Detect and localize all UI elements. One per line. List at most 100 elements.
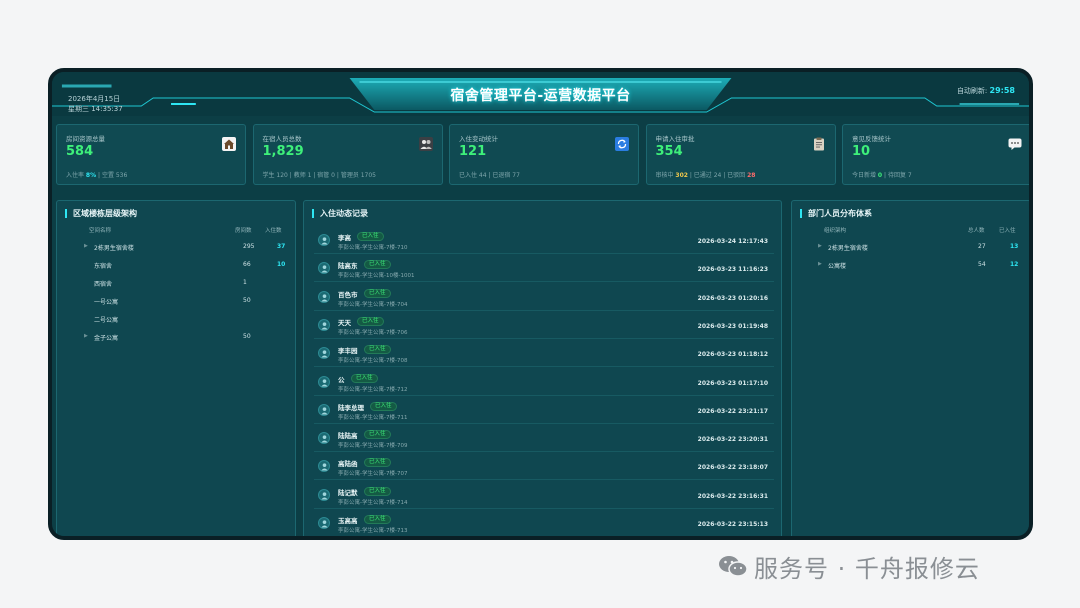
breakdown-segment: 学生 120 | 教师 1 | 宿管 0 | 管理员 1705 — [262, 172, 377, 179]
expand-arrow-icon[interactable]: ▶ — [818, 243, 822, 249]
col-total-count: 总人数 — [968, 228, 985, 234]
stat-card-room-resources[interactable]: 房间资源总量 584 入住率 8% | 空置 536 — [56, 124, 246, 185]
record-timestamp: 2026-03-23 11:16:23 — [697, 266, 768, 274]
room-location: 李彭公寓-学生公寓-7楼-713 — [338, 528, 408, 534]
room-location: 李彭公寓-学生公寓-7楼-714 — [338, 499, 408, 506]
building-name: 东宿舍 — [94, 263, 113, 270]
record-timestamp: 2026-03-23 01:20:16 — [697, 294, 768, 302]
building-hierarchy-panel: 区域楼栋层级架构 空间名称 房间数 入住数 ▶ 2栋男生宿舍楼 295 37 东宿舍 66… — [56, 200, 296, 536]
checkin-record[interactable]: 李丰园 已入住李彭公寓-学生公寓-7楼-708 2026-03-23 01:18:1… — [314, 340, 774, 368]
stat-card-breakdown: 审核中 302 | 已通过 24 | 已驳回 28 — [656, 170, 756, 179]
department-occupied-count: 12 — [1010, 261, 1019, 268]
stat-card-breakdown: 已入住 44 | 已退宿 77 — [459, 170, 520, 179]
department-occupied-count: 13 — [1010, 243, 1019, 250]
expand-arrow-icon[interactable]: ▶ — [818, 261, 822, 267]
checkin-record[interactable]: 陆高东 已入住 李彭公寓-学生公寓-10楼-1001 2026-03-23 11:16… — [314, 255, 774, 283]
checkin-record[interactable]: 陆陆高 已入住 李彭公寓-学生公寓-7楼-709 2026-03-22 23:20:3… — [314, 425, 774, 453]
stat-card-label: 在宿人员总数 — [262, 135, 302, 143]
record-timestamp: 2026-03-22 23:16:31 — [697, 492, 768, 500]
user-avatar-icon — [318, 375, 330, 388]
checkin-records-panel: 入住动态记录 李高 已入住 李彭公寓-学生公寓-7楼-710 2026-03-24 1… — [303, 200, 782, 536]
stat-card-breakdown: 今日新增 0 | 待回复 7 — [852, 170, 912, 179]
record-timestamp: 2026-03-23 01:19:48 — [697, 322, 768, 330]
building-room-count: 50 — [243, 297, 251, 304]
stat-card-checkin-applications[interactable]: 申请入住审批 354 审核中 302 | 已通过 24 | 已驳回 28 — [645, 124, 836, 185]
building-room-count: 50 — [243, 333, 251, 340]
resident-name: 李丰园 — [338, 347, 358, 356]
auto-refresh[interactable]: 自动刷新: 29:58 — [957, 86, 1015, 96]
stat-card-value: 584 — [66, 144, 94, 159]
department-distribution-panel: 部门人员分布体系 组织架构 总人数 已入住 ▶ 2栋男生宿舍楼 27 13 ▶ 公寓楼 54… — [791, 200, 1029, 536]
checkin-record[interactable]: 玉高高 已入住 李彭公寓-学生公寓-7楼-713 2026-03-22 23:15:1… — [314, 510, 774, 536]
building-name: 西宿舍 — [94, 281, 113, 288]
status-badge: 已入住 — [370, 401, 397, 411]
building-row[interactable]: 二号公寓 — [57, 315, 295, 333]
checkin-record[interactable]: 天天 已入住 李彭公寓-学生公寓-7楼-706 2026-03-23 01:19:48 — [314, 312, 774, 339]
building-panel-title: 区域楼栋层级架构 — [65, 209, 137, 218]
building-row[interactable]: ▶ 金子公寓 50 — [57, 333, 295, 351]
checkin-record[interactable]: 李高 已入住李彭公寓-学生公寓-7楼-710 2026-03-24 12:17:43 — [314, 227, 774, 254]
wechat-icon — [719, 556, 748, 577]
page-title: 宿舍管理平台-运营数据平台 — [450, 88, 631, 104]
expand-arrow-icon[interactable]: ▶ — [84, 243, 88, 249]
stat-card-value: 10 — [852, 144, 871, 159]
building-room-count: 66 — [243, 261, 251, 268]
record-timestamp: 2026-03-24 12:17:43 — [697, 238, 768, 245]
checkin-record[interactable]: 公已入住 李彭公寓-学生公寓-7楼-712 2026-03-23 01:17:10 — [314, 369, 774, 396]
user-avatar-icon — [318, 318, 330, 331]
user-avatar-icon — [318, 290, 330, 303]
col-occupied-count: 入住数 — [265, 228, 282, 234]
record-timestamp: 2026-03-22 23:20:31 — [697, 436, 768, 444]
status-badge: 已入住 — [351, 373, 378, 383]
stat-card-feedback-stats[interactable]: 意见反馈统计 10 今日新增 0 | 待回复 7 — [842, 124, 1029, 185]
breakdown-segment: | 待回复 7 — [882, 172, 912, 179]
checkin-record[interactable]: 陆李总理 已入住 李彭公寓-学生公寓-7楼-711 2026-03-22 23:21:… — [314, 397, 774, 424]
resident-name: 陆李总理 — [338, 403, 364, 412]
status-badge: 已入住 — [357, 232, 384, 241]
record-timestamp: 2026-03-22 23:18:07 — [697, 464, 768, 472]
resident-name: 陆陆高 — [338, 432, 358, 441]
room-location: 李彭公寓-学生公寓-7楼-708 — [338, 358, 408, 365]
expand-arrow-icon[interactable]: ▶ — [84, 333, 88, 339]
user-avatar-icon — [318, 488, 330, 501]
breakdown-segment: | 已通过 24 | 已驳回 — [687, 172, 748, 179]
breakdown-segment: 审核中 — [655, 172, 676, 179]
resident-name: 高陆函 — [338, 460, 358, 469]
building-table-header: 空间名称 房间数 入住数 — [57, 226, 295, 236]
stat-card-checkin-changes[interactable]: 入住变动统计 121 已入住 44 | 已退宿 77 — [449, 124, 639, 185]
building-row[interactable]: 西宿舍 1 — [57, 279, 295, 297]
building-name: 一号公寓 — [94, 299, 119, 306]
col-organization: 组织架构 — [824, 228, 847, 234]
user-avatar-icon — [318, 234, 330, 246]
checkin-record[interactable]: 陆记默 已入住 李彭公寓-学生公寓-7楼-714 2026-03-22 23:16:3… — [314, 482, 774, 509]
status-badge: 已入住 — [364, 345, 391, 355]
breakdown-segment: 今日新增 — [852, 172, 878, 179]
user-avatar-icon — [318, 347, 330, 360]
checkin-record[interactable]: 百色市 已入住 李彭公寓-学生公寓-7楼-704 2026-03-23 01:20:1… — [314, 284, 774, 311]
status-badge: 已入住 — [364, 288, 391, 298]
checkin-record[interactable]: 高陆函 已入住 李彭公寓-学生公寓-7楼-707 2026-03-22 23:18:0… — [314, 453, 774, 481]
room-location: 李彭公寓-学生公寓-7楼-709 — [338, 443, 408, 450]
status-badge: 已入住 — [364, 486, 391, 496]
building-row[interactable]: 一号公寓 50 — [57, 297, 295, 315]
resident-name: 李高 — [338, 234, 351, 242]
room-location: 李彭公寓-学生公寓-7楼-711 — [338, 414, 408, 421]
people-icon — [418, 136, 433, 151]
stat-card-residents-total[interactable]: 在宿人员总数 1,829 学生 120 | 教师 1 | 宿管 0 | 管理员 17… — [252, 124, 443, 185]
department-row[interactable]: ▶ 2栋男生宿舍楼 27 13 — [792, 243, 1029, 261]
auto-refresh-countdown: 29:58 — [989, 86, 1015, 95]
dept-table-header: 组织架构 总人数 已入住 — [792, 226, 1029, 236]
stat-card-breakdown: 入住率 8% | 空置 536 — [66, 170, 127, 179]
room-location: 李彭公寓-学生公寓-7楼-706 — [338, 329, 408, 336]
stat-card-value: 121 — [459, 144, 487, 159]
building-row[interactable]: ▶ 2栋男生宿舍楼 295 37 — [57, 243, 295, 261]
clipboard-icon — [812, 136, 826, 151]
refresh-icon — [615, 136, 629, 151]
department-row[interactable]: ▶ 公寓楼 54 12 — [792, 261, 1029, 279]
room-location: 李彭公寓-学生公寓-7楼-710 — [338, 245, 408, 251]
record-timestamp: 2026-03-23 01:18:12 — [697, 351, 768, 359]
room-location: 李彭公寓-学生公寓-7楼-712 — [338, 386, 408, 393]
breakdown-segment: 已入住 44 | 已退宿 77 — [459, 172, 520, 179]
building-name: 2栋男生宿舍楼 — [94, 245, 134, 252]
building-row[interactable]: 东宿舍 66 10 — [57, 261, 295, 279]
